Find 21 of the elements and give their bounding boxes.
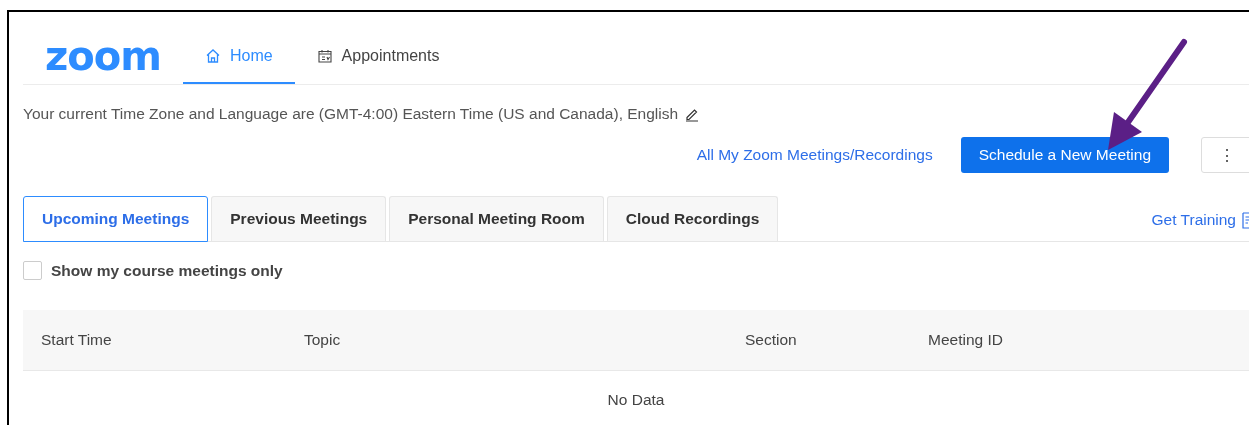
zoom-logo: zoom (45, 36, 161, 76)
meeting-tab[interactable]: Previous Meetings (211, 196, 387, 241)
all-meetings-link[interactable]: All My Zoom Meetings/Recordings (696, 146, 933, 164)
checkbox-label: Show my course meetings only (51, 261, 283, 280)
calendar-icon (316, 48, 333, 64)
checkbox[interactable] (23, 261, 42, 280)
more-button[interactable]: ⋮ (1201, 137, 1249, 173)
column-header: Topic (303, 331, 342, 349)
meeting-tab[interactable]: Personal Meeting Room (389, 196, 604, 241)
timezone-text: Your current Time Zone and Language are (GMT-4:00) Eastern Time (US and Canada), English (23, 105, 679, 123)
get-training-link[interactable]: Get Training (1151, 211, 1249, 229)
meeting-tab[interactable]: Upcoming Meetings (23, 196, 209, 242)
meeting-tab[interactable]: Cloud Recordings (606, 196, 779, 241)
column-header: Start Time (40, 331, 113, 349)
empty-message: No Data (607, 391, 665, 408)
home-icon (204, 48, 221, 64)
schedule-meeting-button[interactable]: Schedule a New Meeting (960, 137, 1169, 173)
edit-icon[interactable] (684, 106, 701, 122)
column-header: Section (744, 331, 798, 349)
column-header: Meeting ID (927, 331, 1003, 349)
nav-tab[interactable]: Appointments (294, 12, 462, 84)
